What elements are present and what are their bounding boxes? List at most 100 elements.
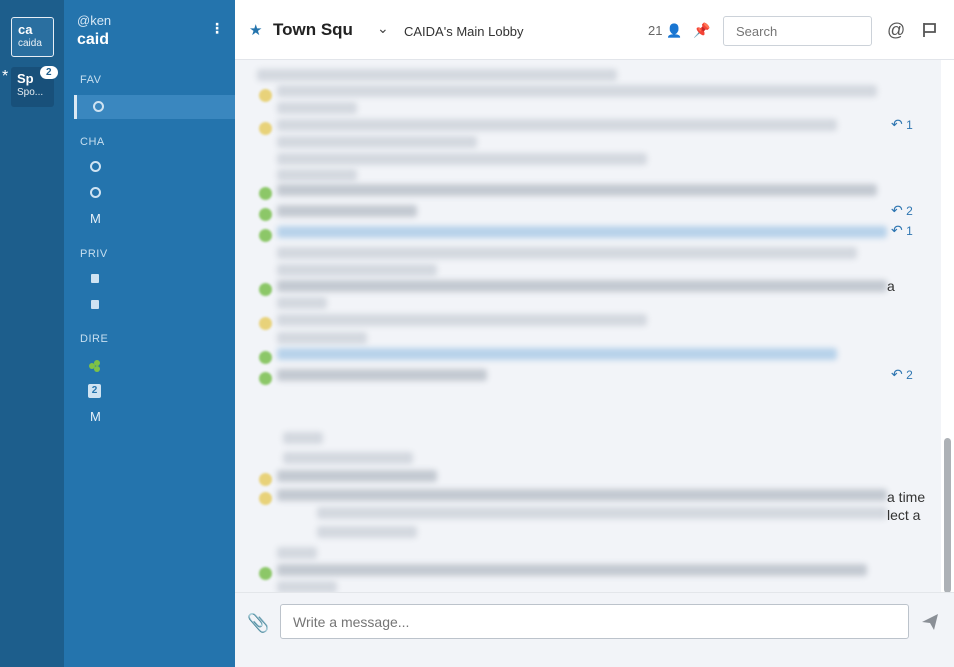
unread-star-icon: * xyxy=(2,68,9,85)
team-mention-badge: 2 xyxy=(40,66,58,79)
section-channels: CHA xyxy=(80,136,105,148)
post-text-blurred xyxy=(277,184,877,196)
post-text-blurred xyxy=(277,247,857,259)
reply-count[interactable]: ↶ 1 xyxy=(891,222,913,239)
message-composer: 📎 xyxy=(235,592,954,667)
post-text-blurred xyxy=(283,432,323,444)
post-text-blurred xyxy=(277,564,867,576)
favorite-star-icon[interactable]: ★ xyxy=(249,21,262,39)
team-name: caida xyxy=(18,38,42,49)
post-text-blurred xyxy=(277,369,487,381)
reply-count-value: 2 xyxy=(906,368,913,382)
avatar xyxy=(259,492,272,505)
chevron-down-icon[interactable]: ⌄ xyxy=(377,20,389,37)
dm-group-count: 2 xyxy=(88,384,101,398)
avatar xyxy=(259,208,272,221)
post-text-blurred xyxy=(277,314,647,326)
avatar xyxy=(259,567,272,580)
current-username: @ken xyxy=(77,13,112,28)
reply-count[interactable]: ↶ 1 xyxy=(891,116,913,133)
post-text-blurred xyxy=(277,470,437,482)
reply-count-value: 1 xyxy=(906,224,913,238)
sidebar-item-channel[interactable] xyxy=(74,155,235,179)
post-text-blurred xyxy=(277,85,877,97)
reply-count-value: 2 xyxy=(906,204,913,218)
member-count[interactable]: 21 👤 xyxy=(648,23,682,39)
lock-icon xyxy=(91,300,99,309)
team-button-caida[interactable]: ca caida xyxy=(11,17,54,57)
section-direct: DIRE xyxy=(80,333,109,345)
team-name: Spo... xyxy=(17,87,44,98)
reply-arrow-icon: ↶ xyxy=(891,116,903,132)
member-count-value: 21 xyxy=(648,23,663,38)
globe-icon xyxy=(90,187,101,198)
post-text-blurred xyxy=(277,264,437,276)
main-menu-icon[interactable]: ⋮ xyxy=(210,20,224,37)
pin-icon[interactable]: 📌 xyxy=(693,22,710,39)
avatar xyxy=(259,187,272,200)
scroll-thumb[interactable] xyxy=(944,438,951,593)
avatar xyxy=(259,283,272,296)
current-team-name[interactable]: caid xyxy=(77,31,109,49)
post-text-fragment: lect a xyxy=(887,507,921,523)
post-text-blurred xyxy=(277,119,837,131)
post-text-blurred xyxy=(277,136,477,148)
post-text-blurred xyxy=(277,581,337,592)
post-text-blurred xyxy=(277,153,647,165)
avatar xyxy=(259,372,272,385)
center-channel: ★ Town Squ ⌄ CAIDA's Main Lobby 21 👤 📌 @… xyxy=(235,0,954,667)
send-icon[interactable] xyxy=(921,613,939,631)
avatar xyxy=(259,89,272,102)
avatar xyxy=(259,229,272,242)
message-input[interactable] xyxy=(280,604,909,639)
avatar xyxy=(259,317,272,330)
post-text-fragment: a time xyxy=(887,489,926,505)
dm-status-icon xyxy=(89,360,100,372)
channel-sidebar: @ken caid ⋮ FAV CHA M PRIV DIRE 2 M xyxy=(64,0,235,667)
post-text-blurred xyxy=(277,547,317,559)
channel-header: ★ Town Squ ⌄ CAIDA's Main Lobby 21 👤 📌 @ xyxy=(235,0,954,60)
sidebar-item-private[interactable] xyxy=(74,267,235,291)
post-link-blurred xyxy=(277,226,887,238)
team-initials: ca xyxy=(18,22,33,37)
member-icon: 👤 xyxy=(666,23,683,38)
sidebar-item-private[interactable] xyxy=(74,293,235,317)
post-list: ↶ 1 ↶ 2 ↶ 1 a ↶ 2 a time lect a xyxy=(235,60,941,592)
post-text-blurred xyxy=(277,297,327,309)
team-sidebar: ca caida * Sp Spo... 2 xyxy=(0,0,64,667)
section-private: PRIV xyxy=(80,248,108,260)
sidebar-item-town-square[interactable] xyxy=(74,95,235,119)
lock-icon xyxy=(91,274,99,283)
post-text-blurred xyxy=(277,102,357,114)
post-text-blurred xyxy=(277,205,417,217)
globe-icon xyxy=(93,101,104,112)
reply-arrow-icon: ↶ xyxy=(891,366,903,382)
reply-count-value: 1 xyxy=(906,118,913,132)
paperclip-icon[interactable]: 📎 xyxy=(247,613,269,634)
post-text-blurred xyxy=(277,332,367,344)
search-input[interactable] xyxy=(723,16,872,46)
app-root: ca caida * Sp Spo... 2 @ken caid ⋮ FAV C… xyxy=(0,0,954,667)
reply-count[interactable]: ↶ 2 xyxy=(891,202,913,219)
post-text-fragment: a xyxy=(887,278,895,294)
mentions-icon[interactable]: @ xyxy=(887,20,905,41)
channel-purpose: CAIDA's Main Lobby xyxy=(404,24,524,39)
reply-arrow-icon: ↶ xyxy=(891,202,903,218)
more-channels-link[interactable]: M xyxy=(90,211,101,226)
reply-count[interactable]: ↶ 2 xyxy=(891,366,913,383)
post-text-blurred xyxy=(283,452,413,464)
avatar xyxy=(259,122,272,135)
post-text-blurred xyxy=(257,69,617,81)
flag-icon[interactable] xyxy=(922,22,938,38)
post-link-blurred xyxy=(277,348,837,360)
post-list-scrollbar[interactable] xyxy=(941,60,954,593)
avatar xyxy=(259,351,272,364)
post-text-blurred xyxy=(277,489,887,501)
more-direct-link[interactable]: M xyxy=(90,409,101,424)
post-text-blurred xyxy=(317,507,887,519)
sidebar-item-channel[interactable] xyxy=(74,181,235,205)
post-text-blurred xyxy=(277,169,357,181)
post-text-blurred xyxy=(317,526,417,538)
channel-title[interactable]: Town Squ xyxy=(273,20,353,40)
reply-arrow-icon: ↶ xyxy=(891,222,903,238)
